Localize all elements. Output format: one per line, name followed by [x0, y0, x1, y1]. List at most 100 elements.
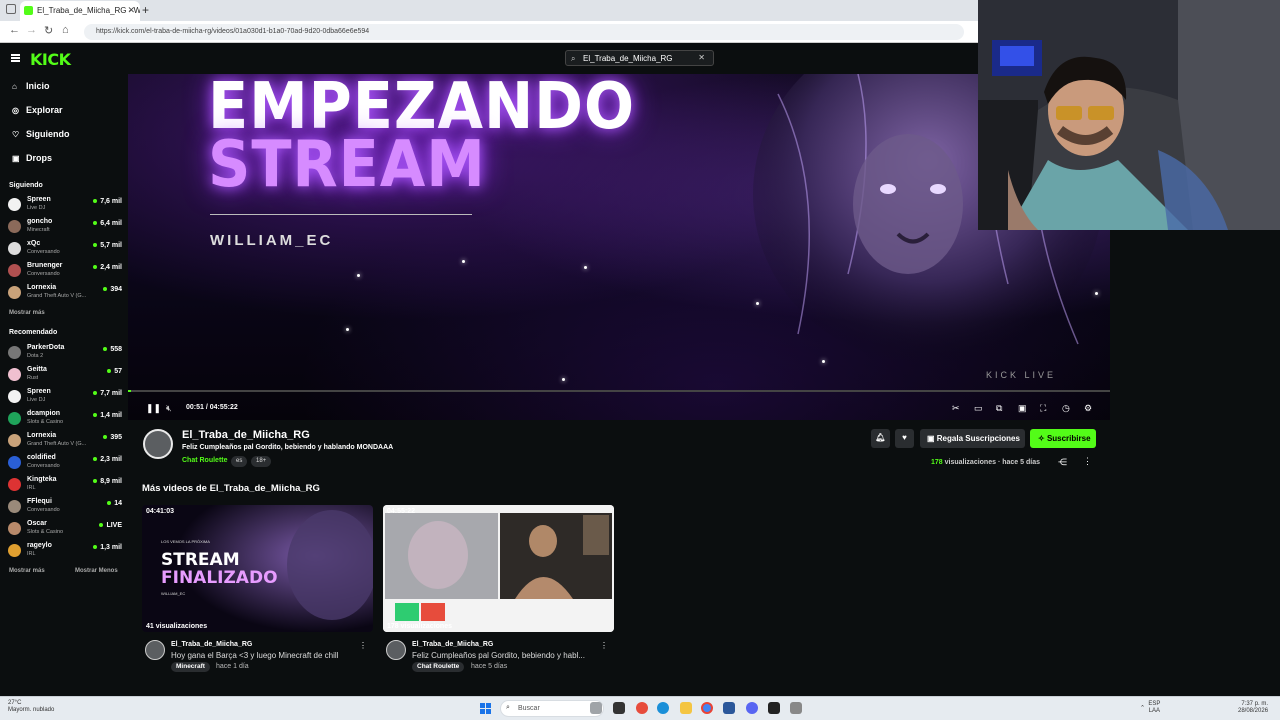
browser-tab[interactable]: El_Traba_de_Miicha_RG - Watch ✕	[20, 1, 140, 21]
card-channel-name[interactable]: El_Traba_de_Miicha_RG	[412, 641, 493, 648]
avatar	[8, 412, 21, 425]
sparkle	[1095, 292, 1098, 295]
sidebar-channel[interactable]: Brunenger Conversando 2,4 mil	[8, 262, 122, 282]
show-more-following[interactable]: Mostrar más	[9, 310, 45, 316]
subscribe-button[interactable]: ✧ Suscribirse	[1030, 429, 1096, 448]
fullscreen-icon[interactable]: ⛶	[1040, 403, 1046, 414]
progress-fill	[128, 390, 131, 392]
channel-avatar[interactable]	[143, 429, 173, 459]
tab-actions-icon[interactable]	[6, 4, 16, 14]
widgets-icon[interactable]	[590, 702, 602, 714]
nav-drops[interactable]: ▣ Drops	[12, 153, 52, 163]
sidebar-channel[interactable]: Lornexia Grand Theft Auto V (G... 395	[8, 432, 122, 452]
theater-icon[interactable]: ▭	[974, 403, 983, 414]
subscribe-label: Suscribirse	[1046, 434, 1091, 443]
sidebar-channel[interactable]: dcampion Slots & Casino 1,4 mil	[8, 410, 122, 430]
tab-close-icon[interactable]: ✕	[127, 5, 135, 16]
share-icon[interactable]: ⋲	[1058, 457, 1067, 468]
sidebar: ⌂ Inicio ◎ Explorar ♡ Siguiendo ▣ Drops Sigu…	[0, 74, 128, 696]
settings-gear-icon[interactable]: ⚙	[1084, 403, 1092, 414]
viewer-count: 6,4 mil	[93, 220, 122, 227]
obs-icon[interactable]	[768, 702, 780, 714]
show-less-recommended[interactable]: Mostrar Menos	[75, 568, 118, 574]
edge-icon[interactable]	[657, 702, 669, 714]
back-icon[interactable]: ←	[9, 24, 20, 36]
avatar	[8, 434, 21, 447]
more-options-icon[interactable]: ⋮	[359, 641, 367, 650]
avatar	[8, 478, 21, 491]
mute-icon[interactable]: 🔇︎	[166, 403, 172, 414]
nav-explorar[interactable]: ◎ Explorar	[12, 105, 63, 115]
url-field[interactable]: https://kick.com/el-traba-de-miicha-rg/v…	[84, 24, 964, 40]
card-title[interactable]: Feliz Cumpleaños pal Gordito, bebiendo y…	[412, 651, 597, 660]
show-more-recommended[interactable]: Mostrar más	[9, 568, 45, 574]
gift-subs-button[interactable]: ▣ Regala Suscripciones	[920, 429, 1025, 448]
chrome-icon[interactable]	[701, 702, 713, 714]
search-input[interactable]: ⌕ El_Traba_de_Miicha_RG ✕	[565, 50, 714, 66]
avatar[interactable]	[386, 640, 406, 660]
follow-button[interactable]: ♥	[895, 429, 914, 448]
clip-icon[interactable]: ✂	[952, 403, 960, 414]
card-category[interactable]: Minecraft	[171, 662, 210, 672]
progress-bar[interactable]	[128, 390, 1110, 392]
card-title[interactable]: Hoy gana el Barça <3 y luego Minecraft d…	[171, 651, 356, 660]
menu-icon[interactable]	[11, 54, 20, 62]
clock[interactable]: 7:37 p. m. 28/08/2026	[1238, 701, 1268, 715]
more-options-icon[interactable]: ⋮	[1083, 456, 1092, 467]
sidebar-channel[interactable]: coldified Conversando 2,3 mil	[8, 454, 122, 474]
new-tab-icon[interactable]: +	[142, 3, 149, 17]
pip-icon[interactable]: ⧉	[996, 403, 1002, 414]
discord-icon[interactable]	[746, 702, 758, 714]
keyboard-layout: LAA	[1148, 708, 1161, 714]
card-category[interactable]: Chat Roulette	[412, 662, 465, 672]
video-thumbnail[interactable]: 04:55:22 178 visualizaciones	[383, 505, 614, 632]
settings-icon[interactable]	[790, 702, 802, 714]
sidebar-channel[interactable]: goncho Minecraft 6,4 mil	[8, 218, 122, 238]
more-options-icon[interactable]: ⋮	[600, 641, 608, 650]
kick-logo[interactable]: KICK	[30, 50, 71, 69]
views-suffix: visualizaciones	[944, 459, 996, 466]
sidebar-channel[interactable]: Spreen Live DJ 7,6 mil	[8, 196, 122, 216]
file-explorer-icon[interactable]	[680, 702, 692, 714]
weather-widget[interactable]: 27°C Mayorm. nublado	[8, 700, 54, 714]
sidebar-channel[interactable]: Lornexia Grand Theft Auto V (G... 394	[8, 284, 122, 304]
sidebar-channel[interactable]: Spreen Live DJ 7,7 mil	[8, 388, 122, 408]
sidebar-channel[interactable]: xQc Conversando 5,7 mil	[8, 240, 122, 260]
sidebar-channel[interactable]: Geitta Rust 57	[8, 366, 122, 386]
video-thumbnail[interactable]: LOS VEMOS LA PRÓXIMA STREAM FINALIZADO W…	[142, 505, 373, 632]
avatar	[8, 368, 21, 381]
card-channel-name[interactable]: El_Traba_de_Miicha_RG	[171, 641, 252, 648]
sidebar-channel[interactable]: Kingteka IRL 8,9 mil	[8, 476, 122, 496]
windows-start-icon[interactable]	[480, 703, 491, 714]
sidebar-channel[interactable]: FFlequi Conversando 14	[8, 498, 122, 518]
pause-icon[interactable]: ❚❚	[146, 403, 161, 414]
nav-siguiendo[interactable]: ♡ Siguiendo	[12, 129, 70, 139]
forward-icon[interactable]: →	[26, 24, 37, 36]
tag-language[interactable]: es	[231, 456, 248, 467]
notifications-button[interactable]: 🔔︎	[871, 429, 890, 448]
channel-name[interactable]: El_Traba_de_Miicha_RG	[182, 429, 310, 441]
nav-inicio[interactable]: ⌂ Inicio	[12, 81, 50, 91]
channel-category: Conversando	[27, 271, 60, 277]
clear-search-icon[interactable]: ✕	[698, 53, 705, 62]
sidebar-channel[interactable]: ParkerDota Dota 2 558	[8, 344, 122, 364]
channel-category: Conversando	[27, 463, 60, 469]
tab-title: El_Traba_de_Miicha_RG - Watch	[37, 6, 140, 15]
taskbar-search[interactable]: ⌕ Buscar	[500, 700, 604, 717]
sidebar-channel[interactable]: Oscar Slots & Casino LIVE	[8, 520, 122, 540]
tag-age-rating[interactable]: 18+	[251, 456, 272, 467]
reload-icon[interactable]: ↻	[44, 24, 53, 37]
address-bar: ← → ↻ ⌂ https://kick.com/el-traba-de-mii…	[0, 21, 978, 43]
system-tray[interactable]: ⌃ ESP LAA	[1140, 701, 1160, 715]
home-button-icon[interactable]: ⌂	[62, 24, 69, 36]
sidebar-channel[interactable]: rageylo IRL 1,3 mil	[8, 542, 122, 562]
store-icon[interactable]	[723, 702, 735, 714]
video-player[interactable]: EMPEZANDO STREAM WILLIAM_EC KICK LIVE	[128, 74, 1110, 420]
heart-icon: ♡	[12, 130, 20, 139]
app-icon[interactable]	[636, 702, 648, 714]
speed-icon[interactable]: ◷	[1062, 403, 1070, 414]
miniplayer-icon[interactable]: ▣	[1018, 403, 1027, 414]
category-link[interactable]: Chat Roulette	[182, 457, 228, 464]
avatar[interactable]	[145, 640, 165, 660]
task-view-icon[interactable]	[613, 702, 625, 714]
